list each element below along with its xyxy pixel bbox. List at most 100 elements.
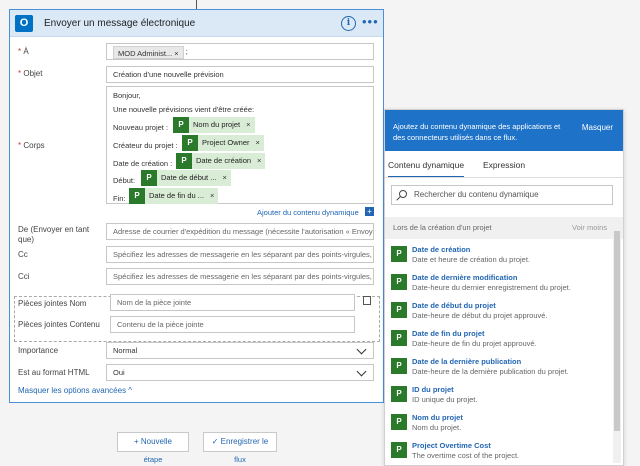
importance-select[interactable]: Normal [106,342,374,359]
project-icon: P [391,330,407,346]
item-description: Date-heure du dernier enregistrement du … [412,283,571,292]
section-header: Lors de la création d'un projet Voir moin… [385,217,623,239]
remove-token-icon[interactable]: × [174,49,178,58]
card-header[interactable]: O Envoyer un message électronique i ••• [10,10,383,37]
subject-label: * Objet [18,69,43,78]
remove-token-icon[interactable]: × [256,138,260,147]
dynamic-token-project-name[interactable]: P Nom du projet × [173,117,255,133]
cc-label: Cc [18,250,28,259]
hide-advanced-options-link[interactable]: Masquer les options avancées ^ [18,386,132,395]
recipient-token[interactable]: MOD Administ... × [113,45,184,59]
html-format-select[interactable]: Oui [106,364,374,381]
project-icon: P [141,170,157,186]
dynamic-content-item[interactable]: P Date de fin du projet Date-heure de fin … [385,324,611,352]
item-name: Nom du projet [412,413,463,422]
importance-label: Importance [18,346,59,355]
dynamic-content-panel: Ajoutez du contenu dynamique des applica… [384,109,624,466]
project-icon: P [176,153,192,169]
project-icon: P [391,386,407,402]
remove-token-icon[interactable]: × [210,191,214,200]
project-icon: P [391,358,407,374]
item-description: The overtime cost of the project. [412,451,520,460]
dynamic-content-item[interactable]: P Nom du projet Nom du projet. [385,408,611,436]
subject-field[interactable]: Création d'une nouvelle prévision [106,66,374,83]
dynamic-token-end-date[interactable]: P Date de fin du ... × [129,188,219,204]
bcc-label: Cci [18,272,30,281]
flow-connector-line [196,0,197,9]
item-description: Date-heure de début du projet approuvé. [412,311,548,320]
more-options-icon[interactable]: ••• [362,14,379,29]
dynamic-token-start-date[interactable]: P Date de début ... × [141,170,231,186]
remove-token-icon[interactable]: × [257,156,261,165]
body-row5-label: Fin: [113,194,126,203]
remove-token-icon[interactable]: × [246,120,250,129]
item-name: Date de début du projet [412,301,496,310]
dynamic-content-item[interactable]: P Date de la dernière publication Date-heu… [385,352,611,380]
add-dynamic-content-link[interactable]: Ajouter du contenu dynamique [257,208,359,217]
chevron-up-icon: ^ [128,386,133,395]
item-name: Date de la dernière publication [412,357,522,366]
body-line-greeting: Bonjour, [113,91,141,100]
item-description: Date et heure de création du projet. [412,255,530,264]
dynamic-content-item[interactable]: P Date de début du projet Date-heure de dé… [385,296,611,324]
item-description: ID unique du projet. [412,395,478,404]
add-dynamic-icon[interactable]: + [365,207,374,216]
item-name: Date de fin du projet [412,329,485,338]
info-icon[interactable]: i [341,16,356,31]
dynamic-token-project-owner[interactable]: P Project Owner × [182,135,264,151]
delete-attachment-icon[interactable] [363,296,371,305]
search-icon [399,190,407,198]
panel-header: Ajoutez du contenu dynamique des applica… [385,110,623,151]
from-label: De (Envoyer en tant que) [18,225,90,244]
from-field[interactable]: Adresse de courrier d'expédition du mess… [106,223,374,240]
body-line-intro: Une nouvelle prévisions vient d'être cré… [113,105,255,114]
project-icon: P [391,442,407,458]
scrollbar[interactable] [613,223,621,463]
see-less-link[interactable]: Voir moins [572,217,607,239]
to-label: * À [18,47,29,56]
attachment-content-label: Pièces jointes Contenu [18,320,100,329]
body-row1-label: Nouveau projet : [113,123,169,132]
dynamic-content-item[interactable]: P Date de dernière modification Date-heure… [385,268,611,296]
chevron-down-icon [356,344,367,355]
item-name: Date de création [412,245,471,254]
dynamic-content-search[interactable]: Rechercher du contenu dynamique [391,185,613,205]
item-description: Date-heure de fin du projet approuvé. [412,339,537,348]
tab-expression[interactable]: Expression [483,160,525,170]
dynamic-content-item[interactable]: P ID du projet ID unique du projet. [385,380,611,408]
project-icon: P [129,188,145,204]
dynamic-token-creation-date[interactable]: P Date de création × [176,153,266,169]
item-description: Date-heure de la dernière publication du… [412,367,569,376]
attachment-name-field[interactable]: Nom de la pièce jointe [110,294,355,311]
card-title: Envoyer un message électronique [44,18,196,29]
cc-field[interactable]: Spécifiez les adresses de messagerie en … [106,246,374,263]
body-row4-label: Début: [113,176,136,185]
project-icon: P [173,117,189,133]
project-icon: P [391,274,407,290]
tab-dynamic-content[interactable]: Contenu dynamique [388,160,465,178]
new-step-button[interactable]: + Nouvelle [117,432,189,452]
body-row3-label: Date de création : [113,159,173,168]
dynamic-content-item[interactable]: P Project Overtime Cost The overtime cost … [385,436,611,464]
chevron-down-icon [356,366,367,377]
to-field[interactable]: MOD Administ... × ; [106,43,374,60]
item-name: ID du projet [412,385,454,394]
hide-panel-button[interactable]: Masquer [582,122,613,133]
attachment-content-field[interactable]: Contenu de la pièce jointe [110,316,355,333]
item-description: Nom du projet. [412,423,462,432]
dynamic-content-item[interactable]: P Date de création Date et heure de créati… [385,240,611,268]
tab-divider [385,177,623,178]
html-format-label: Est au format HTML [18,368,90,377]
new-step-label-2[interactable]: étape [117,455,189,464]
item-name: Project Overtime Cost [412,441,491,450]
project-icon: P [182,135,198,151]
bcc-field[interactable]: Spécifiez les adresses de messagerie en … [106,268,374,285]
save-flow-label-2[interactable]: flux [203,455,277,464]
body-row2-label: Créateur du projet : [113,141,178,150]
save-flow-button[interactable]: ✓ Enregistrer le [203,432,277,452]
remove-token-icon[interactable]: × [222,173,226,182]
project-icon: P [391,302,407,318]
body-label: * Corps [18,141,45,150]
scrollbar-thumb[interactable] [614,231,620,431]
project-icon: P [391,246,407,262]
